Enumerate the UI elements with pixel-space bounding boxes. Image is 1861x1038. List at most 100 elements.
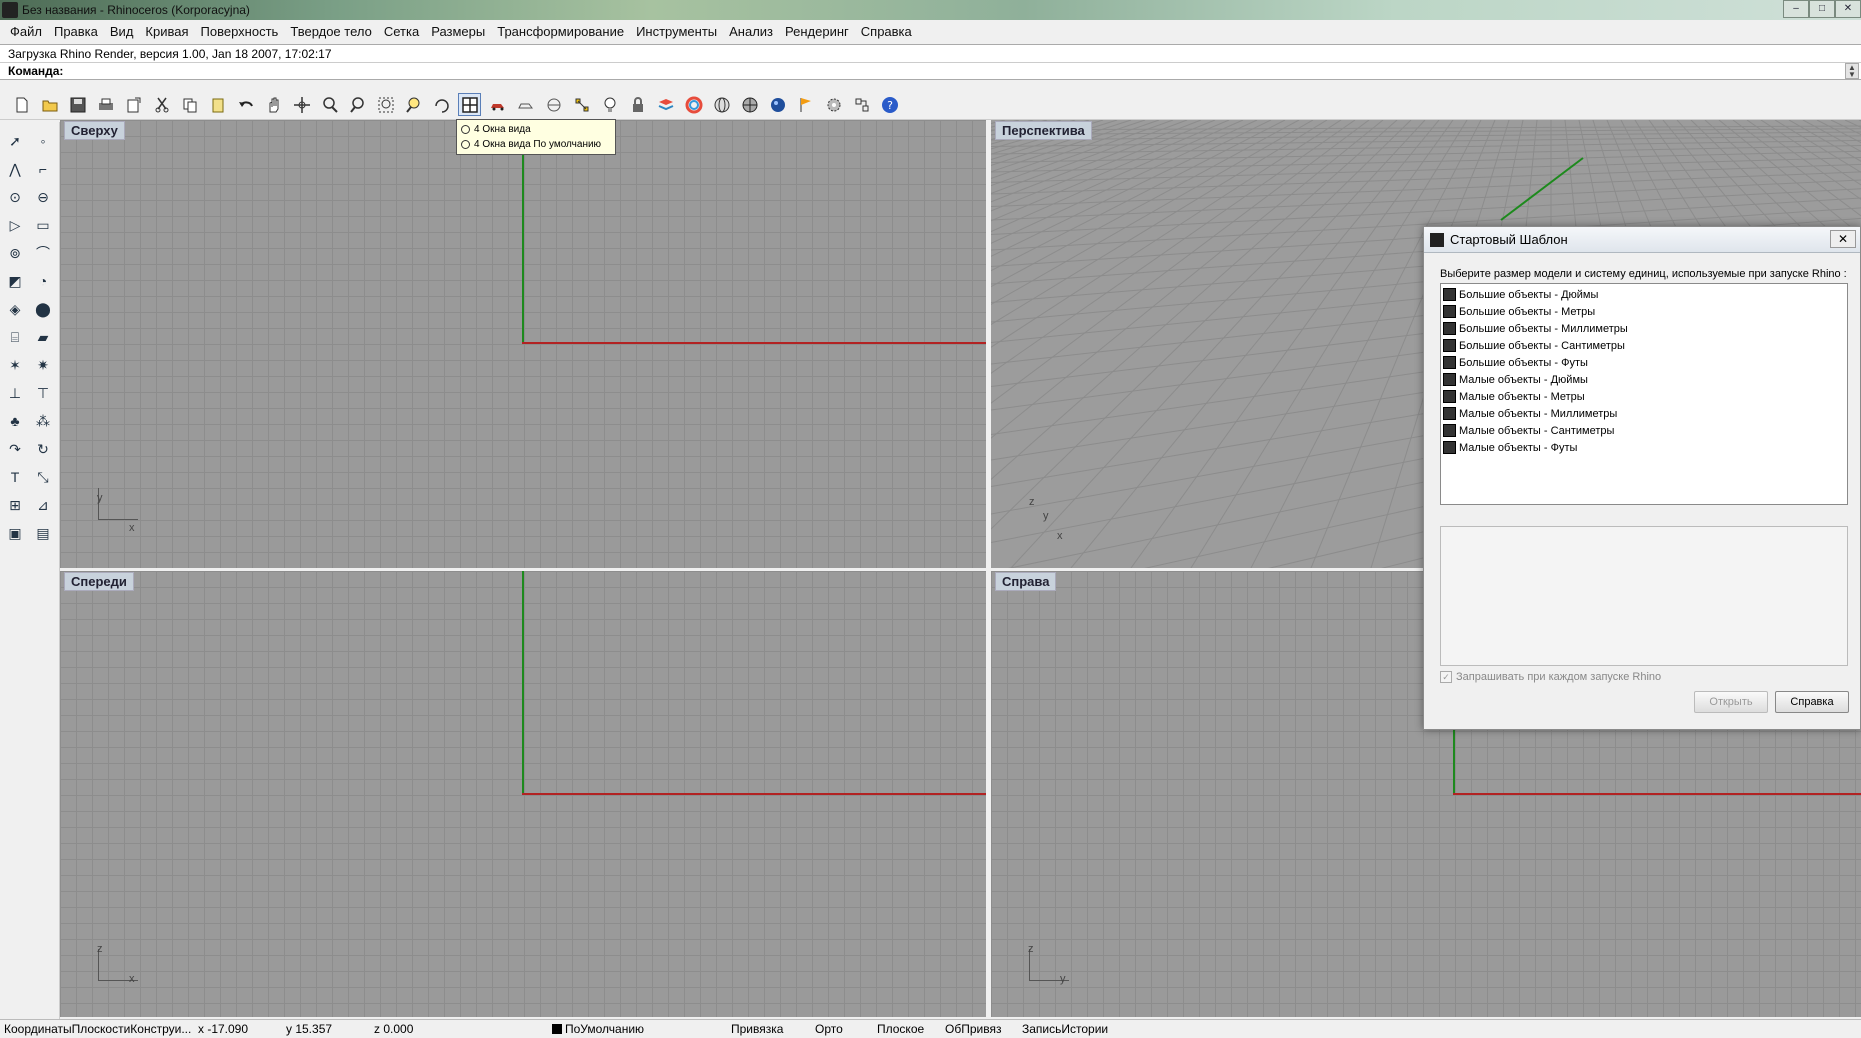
- cut-icon[interactable]: [150, 93, 173, 116]
- lock-icon[interactable]: [626, 93, 649, 116]
- command-scroll-arrows[interactable]: ▲ ▼: [1845, 63, 1859, 79]
- rotate-icon[interactable]: ↻: [30, 436, 56, 462]
- select-points-icon[interactable]: [542, 93, 565, 116]
- viewport-title-right[interactable]: Справа: [995, 572, 1057, 591]
- osnap-toggle[interactable]: ОбПривяз: [945, 1022, 1001, 1036]
- surface-loft-icon[interactable]: ◔: [30, 268, 56, 294]
- cplane-coordinates-label[interactable]: КоординатыПлоскостиКонструи...: [4, 1022, 191, 1036]
- paste-icon[interactable]: [206, 93, 229, 116]
- list-item[interactable]: Большие объекты - Дюймы: [1443, 286, 1845, 303]
- checkbox-box[interactable]: ✓: [1440, 671, 1452, 683]
- menu-tools[interactable]: Инструменты: [630, 24, 723, 39]
- surface-corner-icon[interactable]: ◩: [2, 268, 28, 294]
- group-icon[interactable]: ♣: [2, 408, 28, 434]
- current-layer[interactable]: ПоУмолчанию: [552, 1022, 644, 1036]
- render-preview-icon[interactable]: [738, 93, 761, 116]
- analyze-icon[interactable]: ⊿: [30, 492, 56, 518]
- render-sphere-icon[interactable]: [766, 93, 789, 116]
- list-item[interactable]: Большие объекты - Метры: [1443, 303, 1845, 320]
- list-item[interactable]: Малые объекты - Метры: [1443, 388, 1845, 405]
- list-item[interactable]: Малые объекты - Футы: [1443, 439, 1845, 456]
- help-icon[interactable]: ?: [878, 93, 901, 116]
- list-item[interactable]: Большие объекты - Футы: [1443, 354, 1845, 371]
- zoom-window-icon[interactable]: [346, 93, 369, 116]
- viewport-title-perspective[interactable]: Перспектива: [995, 121, 1092, 140]
- new-file-icon[interactable]: [10, 93, 33, 116]
- menu-view[interactable]: Вид: [104, 24, 140, 39]
- print-icon[interactable]: [94, 93, 117, 116]
- polygon-icon[interactable]: ▷: [2, 212, 28, 238]
- ellipse-icon[interactable]: ⊖: [30, 184, 56, 210]
- color-wheel-icon[interactable]: [682, 93, 705, 116]
- wireframe-car-icon[interactable]: [514, 93, 537, 116]
- undo-icon[interactable]: [234, 93, 257, 116]
- sphere-solid-icon[interactable]: ⬤: [30, 296, 56, 322]
- array-icon[interactable]: ⊞: [2, 492, 28, 518]
- list-item[interactable]: Малые объекты - Сантиметры: [1443, 422, 1845, 439]
- layer-icon[interactable]: [654, 93, 677, 116]
- open-folder-icon[interactable]: [38, 93, 61, 116]
- render-box-icon[interactable]: ▣: [2, 520, 28, 546]
- ruler-icon[interactable]: ▤: [30, 520, 56, 546]
- dimension-icon[interactable]: ⤡: [30, 464, 56, 490]
- points-on-icon[interactable]: [570, 93, 593, 116]
- dialog-close-button[interactable]: ✕: [1830, 230, 1856, 248]
- undo-view-icon[interactable]: [430, 93, 453, 116]
- curve-offset-icon[interactable]: ⊚: [2, 240, 28, 266]
- menu-curve[interactable]: Кривая: [139, 24, 194, 39]
- menu-render[interactable]: Рендеринг: [779, 24, 855, 39]
- circle-icon[interactable]: ⊙: [2, 184, 28, 210]
- split-icon[interactable]: ⊤: [30, 380, 56, 406]
- close-button[interactable]: ✕: [1835, 0, 1861, 18]
- help-button[interactable]: Справка: [1775, 691, 1849, 713]
- point-icon[interactable]: ◦: [30, 128, 56, 154]
- curve-cv-icon[interactable]: ⌐: [30, 156, 56, 182]
- options-gear-icon[interactable]: [822, 93, 845, 116]
- menu-edit[interactable]: Правка: [48, 24, 104, 39]
- explode-icon[interactable]: ✷: [30, 352, 56, 378]
- text-icon[interactable]: T: [2, 464, 28, 490]
- polyline-icon[interactable]: ⋀: [2, 156, 28, 182]
- menu-analyze[interactable]: Анализ: [723, 24, 779, 39]
- dialog-title-bar[interactable]: Стартовый Шаблон: [1424, 227, 1860, 253]
- menu-transform[interactable]: Трансформирование: [491, 24, 630, 39]
- cylinder-solid-icon[interactable]: ⌸: [2, 324, 28, 350]
- menu-mesh[interactable]: Сетка: [378, 24, 425, 39]
- maximize-button[interactable]: □: [1809, 0, 1835, 18]
- light-bulb-icon[interactable]: [598, 93, 621, 116]
- menu-solid[interactable]: Твердое тело: [284, 24, 378, 39]
- ask-on-startup-checkbox[interactable]: ✓ Запрашивать при каждом запуске Rhino: [1440, 671, 1661, 683]
- save-icon[interactable]: [66, 93, 89, 116]
- rectangle-icon[interactable]: ▭: [30, 212, 56, 238]
- planar-toggle[interactable]: Плоское: [877, 1022, 924, 1036]
- pan-hand-icon[interactable]: [262, 93, 285, 116]
- viewport-front[interactable]: Спереди z x: [60, 571, 986, 1017]
- zoom-selected-icon[interactable]: [402, 93, 425, 116]
- trim-icon[interactable]: ⊥: [2, 380, 28, 406]
- record-history-toggle[interactable]: ЗаписьИстории: [1022, 1022, 1108, 1036]
- minimize-button[interactable]: ‒: [1783, 0, 1809, 18]
- mesh-plane-icon[interactable]: ▰: [30, 324, 56, 350]
- menu-file[interactable]: Файл: [4, 24, 48, 39]
- list-item[interactable]: Большие объекты - Миллиметры: [1443, 320, 1845, 337]
- flag-icon[interactable]: [794, 93, 817, 116]
- menu-dimensions[interactable]: Размеры: [425, 24, 491, 39]
- list-item[interactable]: Малые объекты - Дюймы: [1443, 371, 1845, 388]
- zoom-extents-icon[interactable]: [374, 93, 397, 116]
- copy-icon[interactable]: [178, 93, 201, 116]
- fillet-icon[interactable]: ⌒: [30, 240, 56, 266]
- box-solid-icon[interactable]: ◈: [2, 296, 28, 322]
- ortho-toggle[interactable]: Орто: [815, 1022, 843, 1036]
- menu-surface[interactable]: Поверхность: [195, 24, 285, 39]
- rotate-view-icon[interactable]: [290, 93, 313, 116]
- ungroup-icon[interactable]: ⁂: [30, 408, 56, 434]
- open-button[interactable]: Открыть: [1694, 691, 1768, 713]
- boolean-icon[interactable]: ✶: [2, 352, 28, 378]
- select-arrow-icon[interactable]: ➚: [2, 128, 28, 154]
- four-viewports-icon[interactable]: [458, 93, 481, 116]
- snap-grid-icon[interactable]: [850, 93, 873, 116]
- menu-help[interactable]: Справка: [855, 24, 918, 39]
- list-item[interactable]: Малые объекты - Миллиметры: [1443, 405, 1845, 422]
- viewport-title-front[interactable]: Спереди: [64, 572, 134, 591]
- zoom-dynamic-icon[interactable]: [318, 93, 341, 116]
